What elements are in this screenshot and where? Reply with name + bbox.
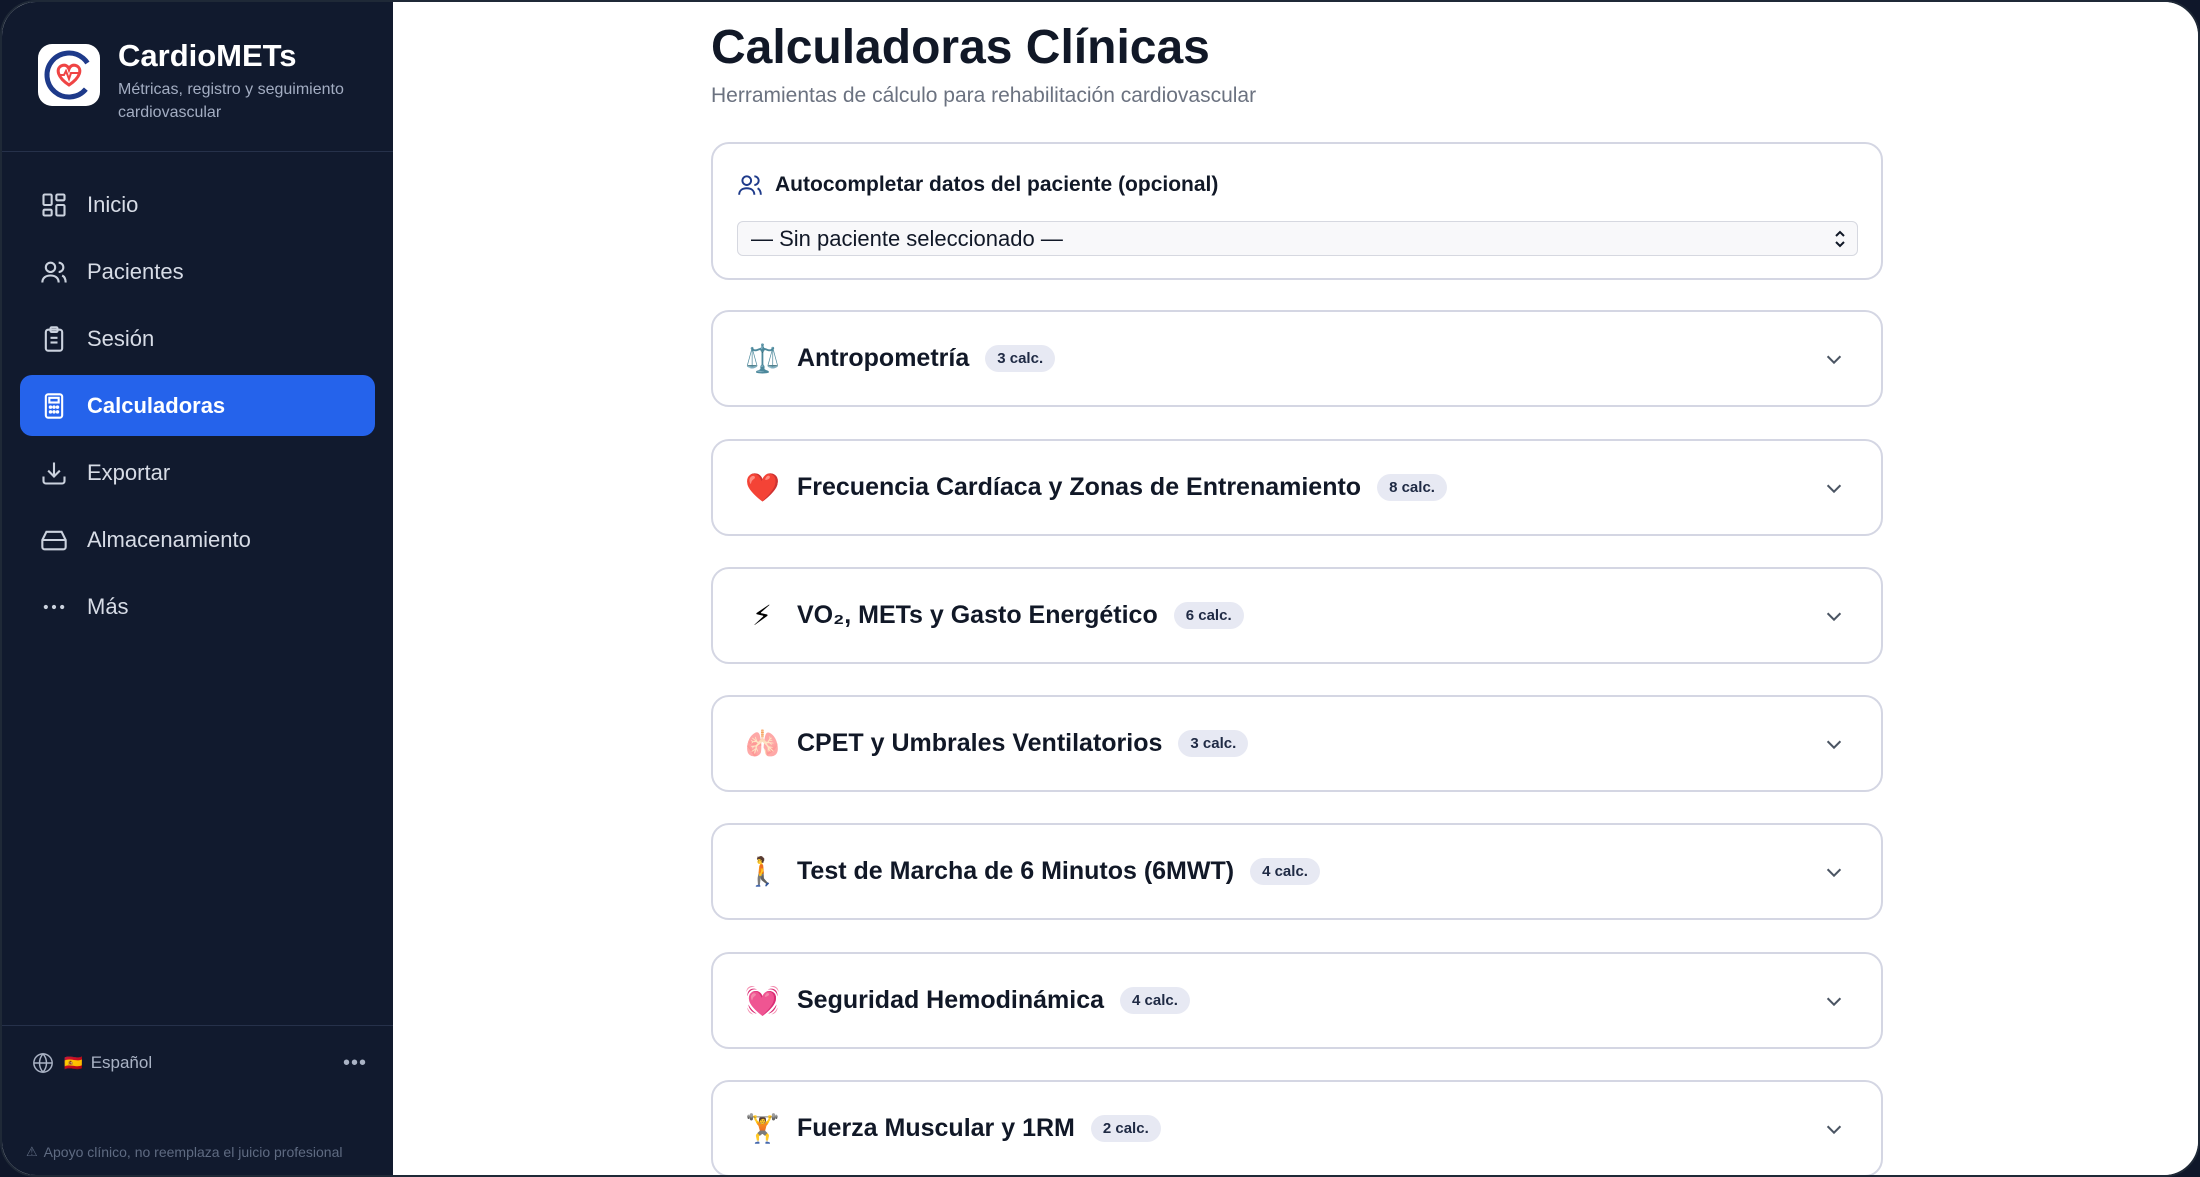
chevron-down-icon: [1826, 484, 1842, 494]
dashboard-grid-icon: [39, 190, 69, 220]
category-fuerza-muscular[interactable]: 🏋️ Fuerza Muscular y 1RM 2 calc.: [711, 1080, 1883, 1175]
chevron-down-icon: [1826, 740, 1842, 750]
heart-icon: ❤️: [745, 471, 780, 504]
count-badge: 2 calc.: [1090, 1115, 1161, 1142]
brand-subtitle: Métricas, registro y seguimiento cardiov…: [118, 81, 344, 121]
category-seguridad-hemodinamica[interactable]: 💓 Seguridad Hemodinámica 4 calc.: [711, 952, 1883, 1049]
page-subtitle: Herramientas de cálculo para rehabilitac…: [711, 84, 1257, 107]
sidebar-item-calculadoras[interactable]: Calculadoras: [20, 375, 375, 436]
count-badge: 3 calc.: [1178, 730, 1249, 757]
users-icon: [39, 257, 69, 287]
patient-autofill-label: Autocompletar datos del paciente (opcion…: [775, 173, 1219, 196]
disclaimer: ⚠ Apoyo clínico, no reemplaza el juicio …: [26, 1144, 343, 1160]
page-title: Calculadoras Clínicas: [711, 21, 1210, 74]
more-options-icon[interactable]: •••: [343, 1052, 367, 1075]
sidebar-divider: [2, 1025, 393, 1026]
brand: CardioMETs Métricas, registro y seguimie…: [38, 36, 378, 136]
language-label: Español: [90, 1053, 153, 1072]
app-logo-icon: [38, 44, 100, 106]
sidebar-item-label: Inicio: [87, 191, 139, 217]
download-icon: [39, 458, 69, 488]
sidebar-divider: [2, 151, 393, 152]
patient-select-value: — Sin paciente seleccionado —: [751, 225, 1063, 251]
sidebar-item-exportar[interactable]: Exportar: [20, 442, 375, 503]
category-title: Fuerza Muscular y 1RM: [797, 1114, 1075, 1142]
sidebar-nav: Inicio Pacientes Sesión Calculadoras Exp…: [20, 174, 375, 643]
sidebar-item-label: Almacenamiento: [87, 526, 251, 552]
hard-drive-icon: [39, 525, 69, 555]
scale-icon: ⚖️: [745, 342, 780, 375]
sidebar-item-inicio[interactable]: Inicio: [20, 174, 375, 235]
sidebar-item-pacientes[interactable]: Pacientes: [20, 241, 375, 302]
brand-title: CardioMETs: [118, 38, 297, 73]
category-title: CPET y Umbrales Ventilatorios: [797, 729, 1163, 757]
patient-autofill-heading: Autocompletar datos del paciente (opcion…: [737, 172, 1218, 198]
category-frecuencia-cardiaca[interactable]: ❤️ Frecuencia Cardíaca y Zonas de Entren…: [711, 439, 1883, 536]
patient-autofill-card: Autocompletar datos del paciente (opcion…: [711, 142, 1883, 280]
clipboard-icon: [39, 324, 69, 354]
chevron-down-icon: [1826, 997, 1842, 1007]
count-badge: 8 calc.: [1377, 474, 1447, 501]
sidebar-item-sesion[interactable]: Sesión: [20, 308, 375, 369]
calculator-icon: [39, 391, 69, 421]
app-window: CardioMETs Métricas, registro y seguimie…: [0, 0, 2200, 1177]
category-title: VO₂, METs y Gasto Energético: [797, 601, 1158, 629]
sidebar-item-almacenamiento[interactable]: Almacenamiento: [20, 509, 375, 570]
category-title: Seguridad Hemodinámica: [797, 986, 1105, 1014]
sidebar-item-label: Más: [87, 593, 129, 619]
chevron-down-icon: [1826, 1125, 1842, 1135]
walking-person-icon: 🚶: [745, 855, 780, 888]
category-6mwt[interactable]: 🚶 Test de Marcha de 6 Minutos (6MWT) 4 c…: [711, 823, 1883, 920]
chevron-down-icon: [1826, 612, 1842, 622]
select-arrows-icon: [1835, 230, 1845, 248]
category-title: Antropometría: [797, 344, 970, 372]
weightlifter-icon: 🏋️: [745, 1112, 780, 1145]
count-badge: 6 calc.: [1173, 602, 1244, 629]
category-antropometria[interactable]: ⚖️ Antropometría 3 calc.: [711, 310, 1883, 407]
chevron-down-icon: [1826, 355, 1842, 365]
category-cpet[interactable]: 🫁 CPET y Umbrales Ventilatorios 3 calc.: [711, 695, 1883, 792]
disclaimer-text: Apoyo clínico, no reemplaza el juicio pr…: [43, 1144, 343, 1160]
count-badge: 4 calc.: [1250, 858, 1320, 885]
chevron-down-icon: [1826, 868, 1842, 878]
language-selector[interactable]: 🇪🇸 Español •••: [32, 1048, 367, 1078]
count-badge: 4 calc.: [1120, 987, 1190, 1014]
patient-select[interactable]: — Sin paciente seleccionado —: [737, 221, 1858, 256]
sidebar-item-label: Pacientes: [87, 258, 184, 284]
lungs-icon: 🫁: [745, 727, 780, 760]
category-title: Frecuencia Cardíaca y Zonas de Entrenami…: [797, 473, 1362, 501]
warning-icon: ⚠: [26, 1144, 38, 1159]
globe-icon: [33, 1052, 53, 1074]
spain-flag-icon: 🇪🇸: [64, 1055, 83, 1072]
sidebar-item-label: Calculadoras: [87, 392, 226, 418]
category-vo2-mets[interactable]: ⚡ VO₂, METs y Gasto Energético 6 calc.: [711, 567, 1883, 664]
sidebar: CardioMETs Métricas, registro y seguimie…: [2, 2, 393, 1175]
category-title: Test de Marcha de 6 Minutos (6MWT): [797, 857, 1235, 885]
main-content: Calculadoras Clínicas Herramientas de cá…: [393, 2, 2198, 1175]
more-horizontal-icon: [39, 592, 69, 622]
sidebar-item-label: Exportar: [87, 459, 171, 485]
sidebar-item-label: Sesión: [87, 325, 155, 351]
count-badge: 3 calc.: [985, 345, 1056, 372]
lightning-icon: ⚡: [752, 599, 772, 632]
users-icon: [738, 175, 762, 195]
beating-heart-icon: 💓: [745, 984, 780, 1017]
sidebar-item-mas[interactable]: Más: [20, 576, 375, 637]
